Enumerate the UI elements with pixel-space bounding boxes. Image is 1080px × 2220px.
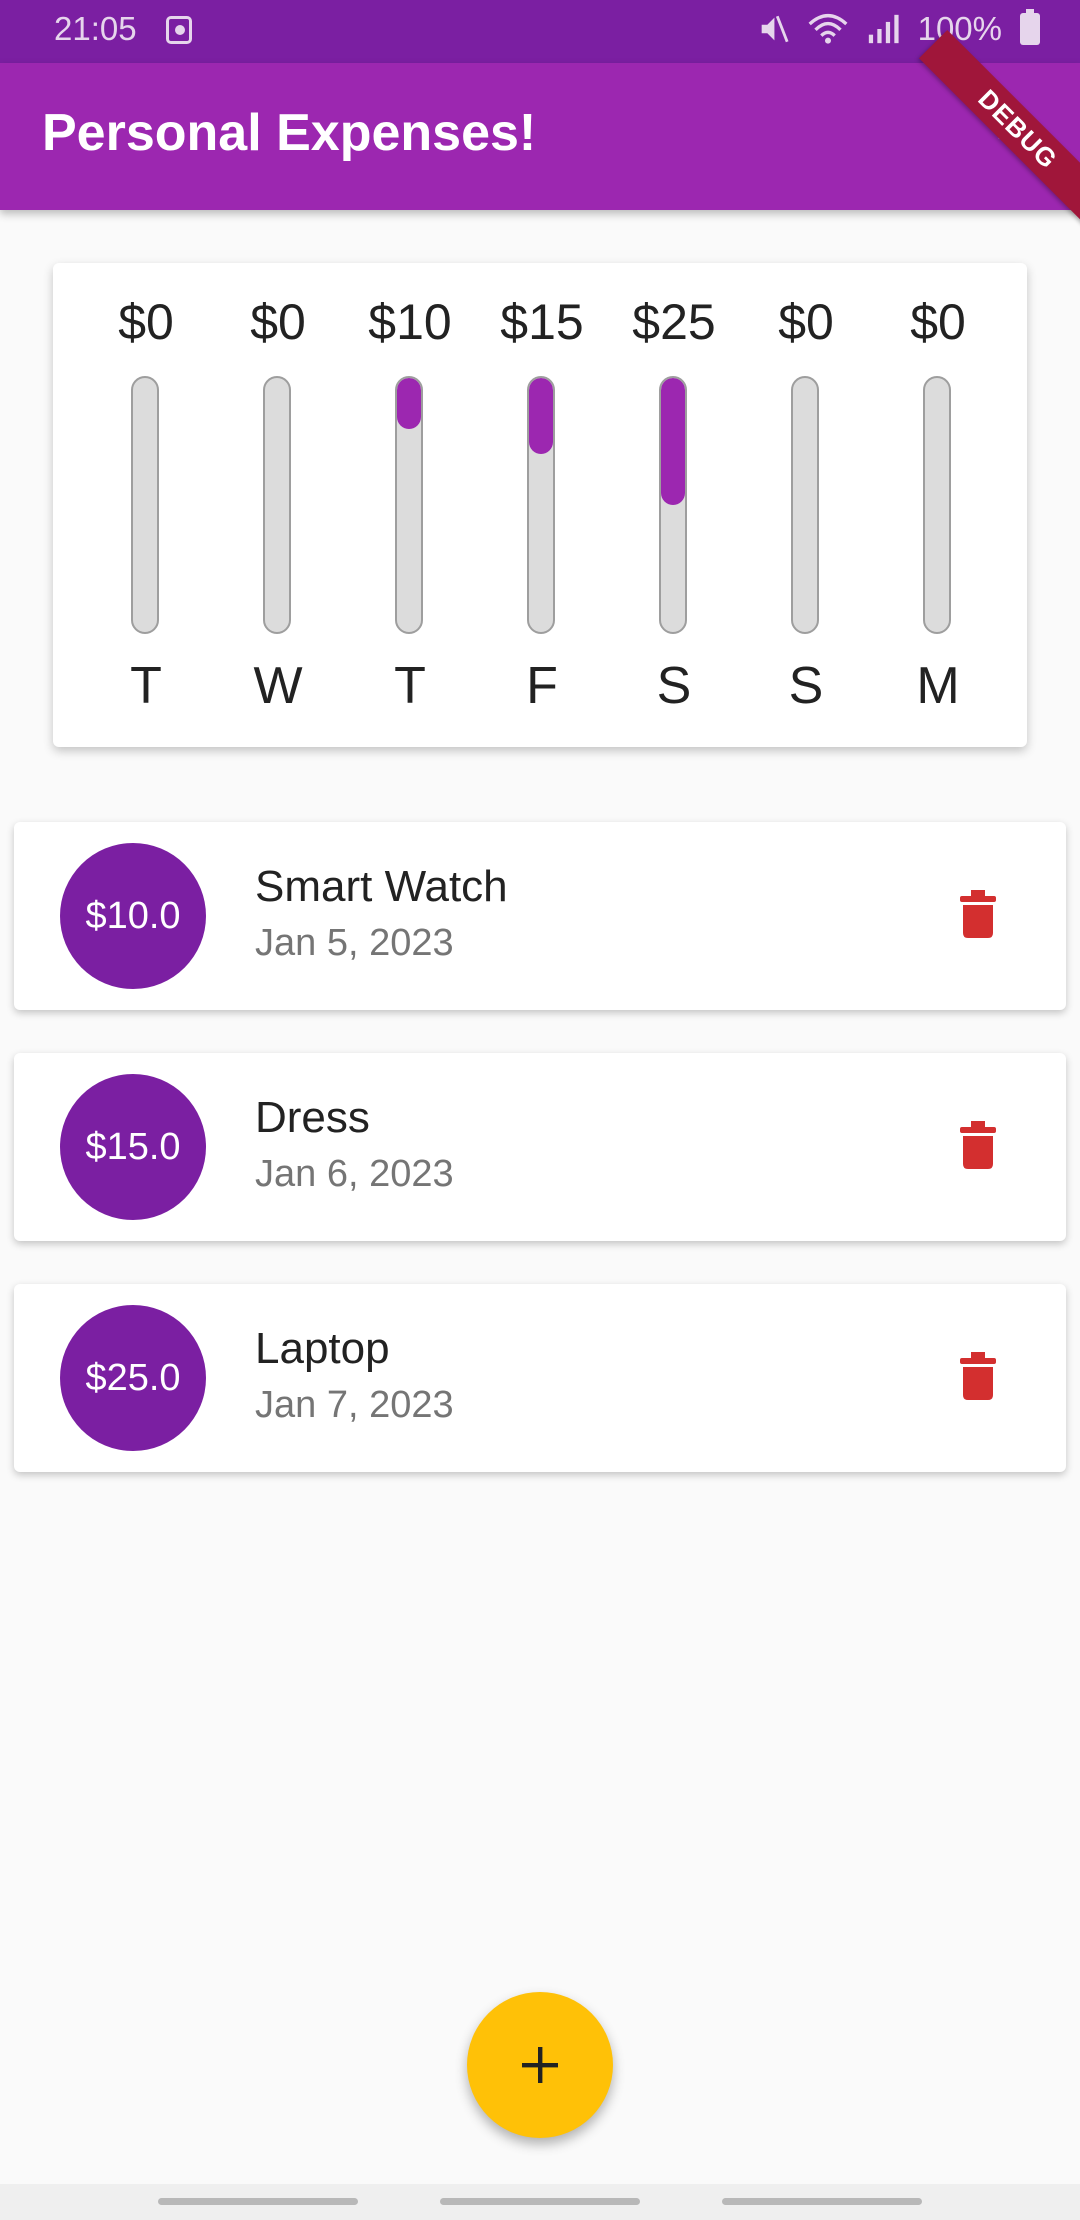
- chart-bar-day-label: W: [253, 657, 303, 715]
- chart-bar-column: $0 S: [740, 263, 872, 747]
- app-bar: Personal Expenses! DEBUG: [0, 30, 1080, 228]
- chart-bar-amount: $0: [910, 294, 966, 350]
- transaction-amount-avatar: $15.0: [60, 1074, 206, 1220]
- chart-bar-amount: $0: [778, 294, 834, 350]
- delete-transaction-button[interactable]: [960, 890, 996, 938]
- transaction-date: Jan 5, 2023: [255, 922, 454, 964]
- trash-icon: [960, 1121, 996, 1169]
- chart-bar-day-label: T: [130, 657, 162, 715]
- delete-transaction-button[interactable]: [960, 1352, 996, 1400]
- chart-bar-track: [395, 376, 423, 634]
- chart-bar-column: $0 W: [212, 263, 344, 747]
- chart-bar-column: $0 M: [872, 263, 1004, 747]
- page-title: Personal Expenses!: [42, 104, 537, 162]
- transaction-date: Jan 6, 2023: [255, 1153, 454, 1195]
- transaction-title: Smart Watch: [255, 862, 508, 911]
- chart-bar-fill: [661, 378, 685, 505]
- chart-bar-fill: [397, 378, 421, 429]
- transaction-item: $15.0 Dress Jan 6, 2023: [14, 1053, 1066, 1241]
- chart-bar-amount: $0: [118, 294, 174, 350]
- wifi-icon: [808, 14, 848, 44]
- chart-bar-amount: $15: [500, 294, 584, 350]
- alarm-icon: [166, 16, 192, 44]
- chart-bar-column: $10 T: [344, 263, 476, 747]
- chart-bar-track: [923, 376, 951, 634]
- chart-bar-track: [659, 376, 687, 634]
- chart-bar-amount: $10: [368, 294, 452, 350]
- chart-bar-day-label: S: [788, 657, 824, 715]
- chart-bar-amount: $0: [250, 294, 306, 350]
- nav-handle[interactable]: [440, 2198, 640, 2205]
- chart-bar-day-label: T: [394, 657, 426, 715]
- chart-bar-day-label: F: [526, 657, 558, 715]
- chart-bar-track: [131, 376, 159, 634]
- nav-handle[interactable]: [722, 2198, 922, 2205]
- chart-bar-fill: [529, 378, 553, 455]
- transaction-amount-avatar: $25.0: [60, 1305, 206, 1451]
- weekly-chart: $0 T $0 W $10 T $15 F $25 S $0 S $0 M: [53, 263, 1027, 747]
- chart-bar-track: [263, 376, 291, 634]
- nav-handle[interactable]: [158, 2198, 358, 2205]
- chart-bar-track: [527, 376, 555, 634]
- transaction-title: Laptop: [255, 1324, 390, 1373]
- signal-icon: [868, 14, 899, 44]
- transaction-amount-avatar: $10.0: [60, 843, 206, 989]
- transaction-date: Jan 7, 2023: [255, 1384, 454, 1426]
- chart-bar-amount: $25: [632, 294, 716, 350]
- navigation-bar: [0, 2184, 1080, 2220]
- status-bar: 21:05 100%: [0, 0, 1080, 63]
- trash-icon: [960, 890, 996, 938]
- status-icons: 100%: [756, 9, 1040, 48]
- chart-bar-column: $0 T: [80, 263, 212, 747]
- plus-icon: [522, 2047, 558, 2083]
- mute-icon: [761, 15, 789, 43]
- chart-bar-day-label: M: [916, 657, 960, 715]
- battery-icon: [1020, 9, 1040, 45]
- chart-bar-column: $25 S: [608, 263, 740, 747]
- chart-bar-day-label: S: [656, 657, 692, 715]
- transaction-title: Dress: [255, 1093, 370, 1142]
- transaction-item: $25.0 Laptop Jan 7, 2023: [14, 1284, 1066, 1472]
- chart-bar-column: $15 F: [476, 263, 608, 747]
- trash-icon: [960, 1352, 996, 1400]
- add-transaction-fab[interactable]: [467, 1992, 613, 2138]
- transaction-item: $10.0 Smart Watch Jan 5, 2023: [14, 822, 1066, 1010]
- chart-bar-track: [791, 376, 819, 634]
- delete-transaction-button[interactable]: [960, 1121, 996, 1169]
- status-time: 21:05: [54, 10, 137, 47]
